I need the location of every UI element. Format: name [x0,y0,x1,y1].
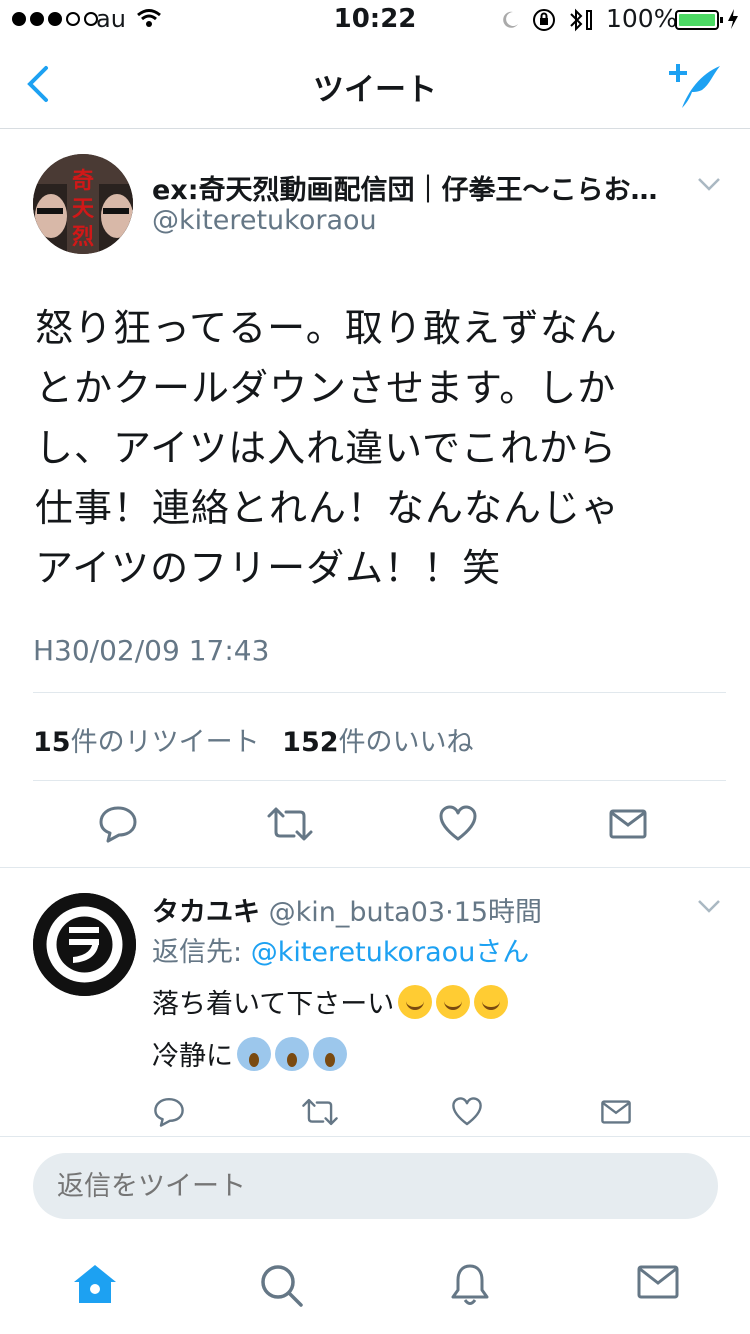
chevron-down-icon[interactable] [697,898,721,914]
reply-text: 冷静に [152,1041,233,1072]
crying-face-icon [474,985,509,1019]
battery-icon [675,10,723,30]
reply-to-prefix: 返信先: [152,937,251,968]
author-handle[interactable]: @kiteretukoraou [152,205,377,236]
divider [0,1136,750,1137]
heart-icon[interactable] [451,1096,483,1128]
home-icon[interactable] [72,1262,118,1306]
screaming-face-icon [275,1037,309,1071]
separator-dot: · [445,897,454,928]
headphone-battery-icon [586,10,592,30]
reply-author-handle[interactable]: @kin_buta03 [269,897,446,928]
retweet-count: 15 [33,727,71,758]
bluetooth-icon [568,8,584,32]
reply-icon[interactable] [98,804,138,844]
crying-face-icon [436,985,471,1019]
charging-icon [727,8,739,30]
mail-icon[interactable] [636,1262,680,1302]
tweet-timestamp: H30/02/09 17:43 [33,634,270,667]
tweet-stats: 15件のリツイート 152件のいいね [33,720,474,759]
divider [0,867,750,868]
svg-text:天: 天 [72,197,95,222]
like-stat[interactable]: 152件のいいね [282,727,473,758]
svg-text:奇: 奇 [72,168,94,194]
like-count: 152 [282,727,339,758]
mail-icon[interactable] [608,804,648,844]
tweet-text: 怒り狂ってるー。取り敢えずなん とかクールダウンさせます。しか し、アイツは入れ… [35,306,621,590]
page-title: ツイート [313,72,437,108]
divider [33,692,726,693]
author-name[interactable]: ex:奇天烈動画配信団｜仔拳王～こらお… [152,168,677,207]
retweet-icon[interactable] [301,1096,339,1128]
crying-face-icon [398,985,433,1019]
moon-icon [500,10,520,30]
search-icon[interactable] [258,1262,304,1308]
reply-author-name[interactable]: タカユキ [152,897,260,928]
reply-to-link[interactable]: @kiteretukoraouさん [251,937,530,968]
rotation-lock-icon [532,8,556,32]
retweet-label: 件のリツイート [70,727,260,758]
reply-avatar[interactable] [33,893,136,996]
reply-input[interactable] [33,1153,718,1219]
compose-tweet-icon[interactable] [668,62,722,110]
divider [33,780,726,781]
navigation-bar: ツイート [0,40,750,129]
like-label: 件のいいね [338,727,474,758]
retweet-stat[interactable]: 15件のリツイート [33,727,260,758]
heart-icon[interactable] [438,804,478,844]
reply-header: タカユキ @kin_buta03·15時間 [152,890,542,929]
bell-icon[interactable] [448,1262,492,1308]
screaming-face-icon [237,1037,271,1071]
retweet-icon[interactable] [266,804,314,844]
reply-text: 落ち着いて下さーい [152,989,395,1020]
reply-text-line-1: 落ち着いて下さーい [152,982,509,1021]
reply-time: 15時間 [453,897,543,928]
reply-text-line-2: 冷静に [152,1034,347,1073]
battery-percent: 100% [606,4,678,33]
status-bar: au 10:22 100% [0,0,750,40]
screaming-face-icon [313,1037,347,1071]
reply-icon[interactable] [153,1096,185,1128]
reply-to: 返信先: @kiteretukoraouさん [152,930,529,969]
chevron-down-icon[interactable] [697,176,721,192]
svg-text:烈: 烈 [72,225,94,250]
author-avatar[interactable]: 奇 天 烈 [33,154,133,254]
mail-icon[interactable] [600,1096,632,1128]
